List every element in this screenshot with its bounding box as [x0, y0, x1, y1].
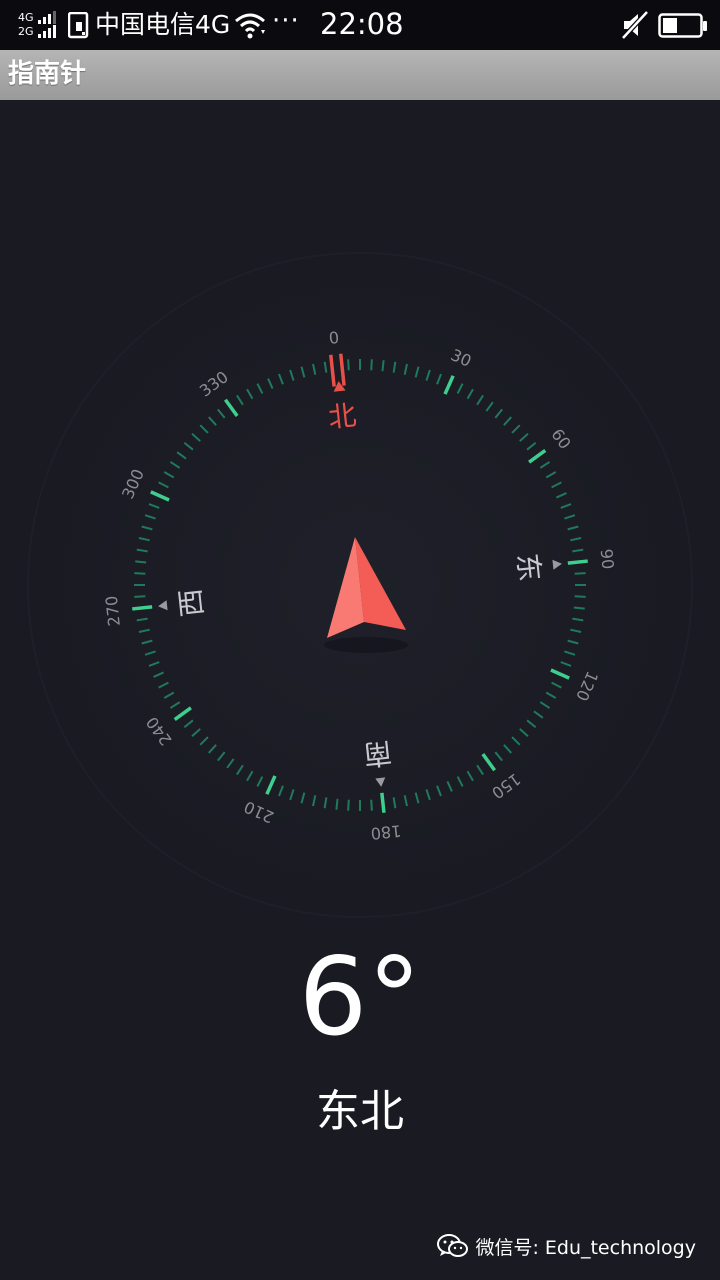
battery-icon — [658, 13, 707, 38]
app-title: 指南针 — [8, 59, 87, 89]
major-tick — [380, 792, 386, 813]
more-notifications-icon: ··· — [272, 6, 300, 36]
signal-strength-icon — [38, 11, 56, 38]
minor-tick — [134, 584, 146, 587]
cardinal-south: 南 — [362, 736, 393, 772]
cardinal-north: 北 — [327, 399, 358, 435]
cardinal-east: 东 — [511, 552, 547, 583]
wechat-icon — [437, 1234, 469, 1257]
degree-label-270: 270 — [102, 595, 124, 627]
app-title-bar: 指南针 — [0, 50, 720, 100]
minor-tick — [358, 359, 361, 371]
wifi-icon — [235, 13, 265, 39]
watermark-text: 微信号: Edu_technology — [475, 1236, 696, 1259]
heading-degrees: 6° — [298, 935, 422, 1060]
degree-label-180: 180 — [370, 821, 402, 843]
major-tick — [567, 559, 588, 565]
sim-card-icon — [68, 12, 89, 39]
network-type: 4G 2G — [18, 11, 34, 38]
major-tick — [132, 605, 153, 611]
cardinal-west: 西 — [174, 587, 210, 618]
degree-label-90: 90 — [597, 548, 618, 570]
status-clock: 22:08 — [320, 7, 404, 41]
compass-dial: 0306090120150180210240270300330 北 东 南 西 — [27, 252, 693, 918]
wechat-watermark: 微信号: Edu_technology — [437, 1232, 696, 1260]
minor-tick — [574, 583, 586, 586]
minor-tick — [359, 799, 362, 811]
minor-tick — [574, 572, 586, 575]
minor-tick — [134, 595, 146, 598]
carrier-name: 中国电信4G — [95, 10, 231, 39]
minor-tick — [370, 799, 373, 811]
heading-direction: 东北 — [316, 1086, 404, 1137]
status-bar: 4G 2G 中国电信4G ··· 22:08 — [0, 0, 720, 50]
degree-label-0: 0 — [328, 328, 340, 348]
minor-tick — [347, 359, 350, 371]
silent-mode-icon — [621, 10, 649, 40]
